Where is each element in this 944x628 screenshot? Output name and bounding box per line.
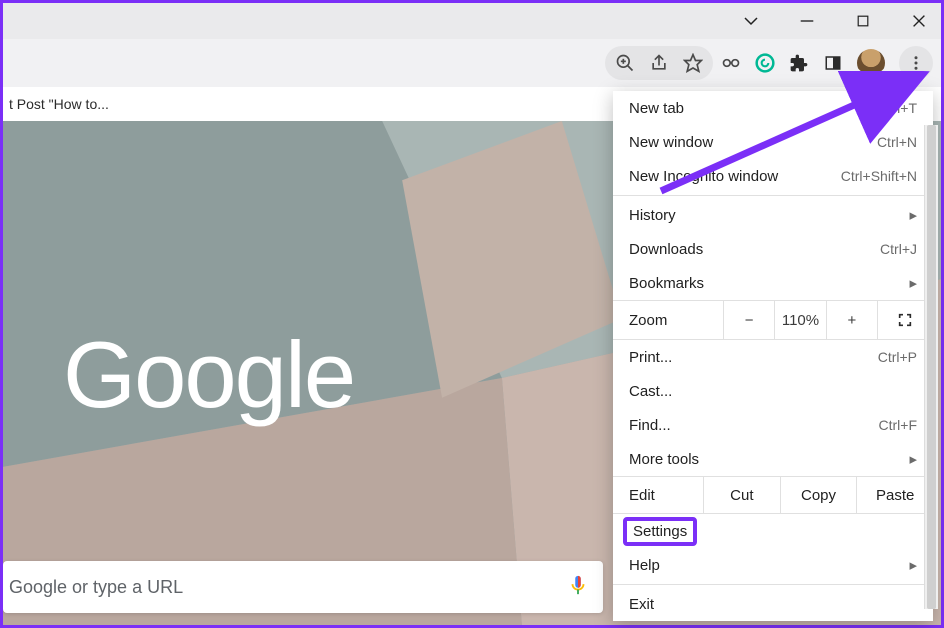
search-box[interactable]: Google or type a URL [3, 561, 603, 613]
menu-exit[interactable]: Exit [613, 587, 933, 621]
grammarly-ext-icon[interactable] [755, 53, 775, 73]
menu-cast[interactable]: Cast... [613, 374, 933, 408]
star-icon[interactable] [683, 53, 703, 73]
menu-new-tab[interactable]: New tab Ctrl+T [613, 91, 933, 125]
zoom-in-button[interactable]: + [826, 301, 877, 339]
window-titlebar [3, 3, 941, 39]
menu-history[interactable]: History ▸ [613, 198, 933, 232]
zoom-label: Zoom [613, 312, 723, 329]
menu-downloads[interactable]: Downloads Ctrl+J [613, 232, 933, 266]
menu-bookmarks[interactable]: Bookmarks ▸ [613, 266, 933, 300]
paste-button[interactable]: Paste [856, 477, 933, 513]
menu-more-tools[interactable]: More tools ▸ [613, 442, 933, 476]
side-panel-icon[interactable] [823, 53, 843, 73]
menu-find[interactable]: Find... Ctrl+F [613, 408, 933, 442]
vertical-scrollbar[interactable] [924, 125, 938, 609]
chevron-right-icon: ▸ [909, 274, 917, 292]
voice-search-icon[interactable] [567, 574, 589, 601]
google-logo: Google [63, 321, 354, 429]
maximize-button[interactable] [849, 7, 877, 35]
chrome-menu: New tab Ctrl+T New window Ctrl+N New Inc… [613, 91, 933, 621]
menu-zoom-row: Zoom − 110% + [613, 300, 933, 340]
extensions-icon[interactable] [789, 53, 809, 73]
share-icon[interactable] [649, 53, 669, 73]
menu-incognito[interactable]: New Incognito window Ctrl+Shift+N [613, 159, 933, 193]
bookmark-item-label[interactable]: t Post "How to... [9, 96, 109, 112]
tab-chevron-icon[interactable] [737, 7, 765, 35]
profile-avatar[interactable] [857, 49, 885, 77]
minimize-button[interactable] [793, 7, 821, 35]
extension-area [721, 46, 933, 80]
password-ext-icon[interactable] [721, 53, 741, 73]
menu-help[interactable]: Help ▸ [613, 548, 933, 582]
menu-edit-row: Edit Cut Copy Paste [613, 476, 933, 514]
scrollbar-thumb[interactable] [927, 125, 936, 609]
more-menu-button[interactable] [899, 46, 933, 80]
cut-button[interactable]: Cut [703, 477, 780, 513]
chevron-right-icon: ▸ [909, 206, 917, 224]
edit-label: Edit [613, 487, 703, 504]
settings-label: Settings [633, 523, 687, 540]
settings-highlight: Settings [623, 517, 697, 546]
zoom-out-button[interactable]: − [723, 301, 774, 339]
chevron-right-icon: ▸ [909, 450, 917, 468]
omnibox-actions [605, 46, 713, 80]
zoom-level: 110% [774, 301, 825, 339]
menu-print[interactable]: Print... Ctrl+P [613, 340, 933, 374]
browser-toolbar [3, 39, 941, 87]
search-placeholder: Google or type a URL [9, 577, 183, 598]
menu-settings[interactable]: Settings [613, 514, 933, 548]
zoom-icon[interactable] [615, 53, 635, 73]
close-button[interactable] [905, 7, 933, 35]
menu-new-window[interactable]: New window Ctrl+N [613, 125, 933, 159]
chevron-right-icon: ▸ [909, 556, 917, 574]
copy-button[interactable]: Copy [780, 477, 857, 513]
